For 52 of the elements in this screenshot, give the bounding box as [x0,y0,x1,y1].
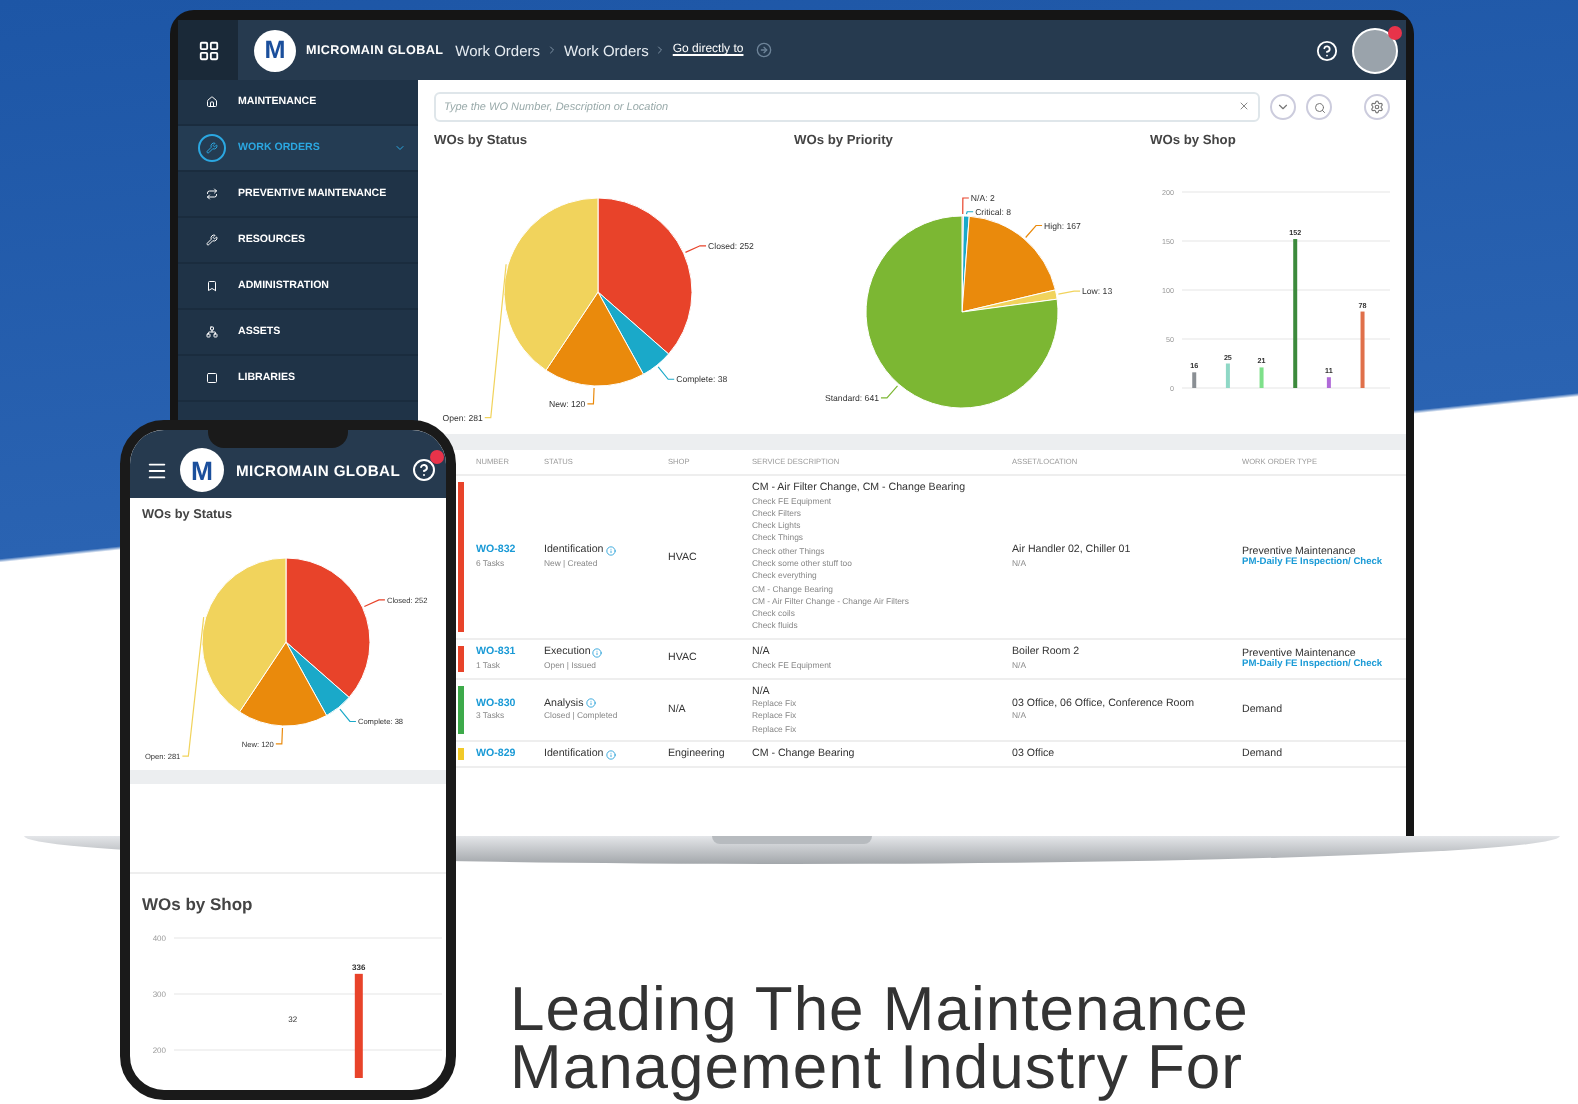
wrench-icon [206,142,218,154]
logo: M [254,29,296,71]
leader-line [657,366,675,380]
hierarchy-icon [206,326,218,338]
leader-line [181,616,205,757]
info-icon[interactable] [605,749,616,760]
info-icon[interactable] [585,698,596,709]
bar [1360,311,1365,388]
wrench-icon [206,234,218,246]
leader-line [363,599,386,608]
settings-icon [1370,100,1384,114]
grid-icon [197,39,219,61]
clear-icon[interactable] [1238,100,1250,112]
settings-button[interactable] [1364,94,1390,120]
repeat-icon [206,188,218,200]
search-icon [1313,101,1325,113]
notification-badge [1388,25,1402,39]
info-icon[interactable] [605,545,616,556]
leader-line [1057,290,1081,295]
leader-line [684,245,707,253]
bar [1326,377,1331,388]
logo: M [180,448,224,492]
bar [1192,372,1197,388]
leader-line [275,727,284,745]
bar [1259,367,1264,388]
leader-line [880,385,899,399]
home-icon [206,96,218,108]
apps-grid-button[interactable] [178,20,238,80]
info-icon[interactable] [592,647,603,658]
help-icon[interactable] [1316,39,1338,61]
chart-title: WOs by Shop [140,892,255,918]
dropdown-button[interactable] [1270,94,1296,120]
bookmark-icon [206,280,218,292]
phone-notch [208,430,348,448]
caret-icon [394,142,406,154]
notification-badge [430,450,445,464]
leader-line [339,708,357,723]
avatar[interactable] [1352,27,1398,73]
leader-line [586,387,595,405]
headline: Leading The Maintenance Management Industry For [510,980,1251,1096]
chevron-right-icon [546,44,558,56]
menu-button[interactable] [146,459,168,481]
search-button[interactable] [1306,94,1332,120]
menu-icon [146,459,168,481]
chevron-right-icon [654,44,667,56]
help-icon[interactable] [412,458,437,482]
arrow-circle-icon[interactable] [755,42,772,58]
leader-line [1025,224,1043,239]
bar [1225,363,1230,388]
caret-icon [1276,100,1290,114]
bar [354,973,363,1078]
square-icon [206,372,218,384]
